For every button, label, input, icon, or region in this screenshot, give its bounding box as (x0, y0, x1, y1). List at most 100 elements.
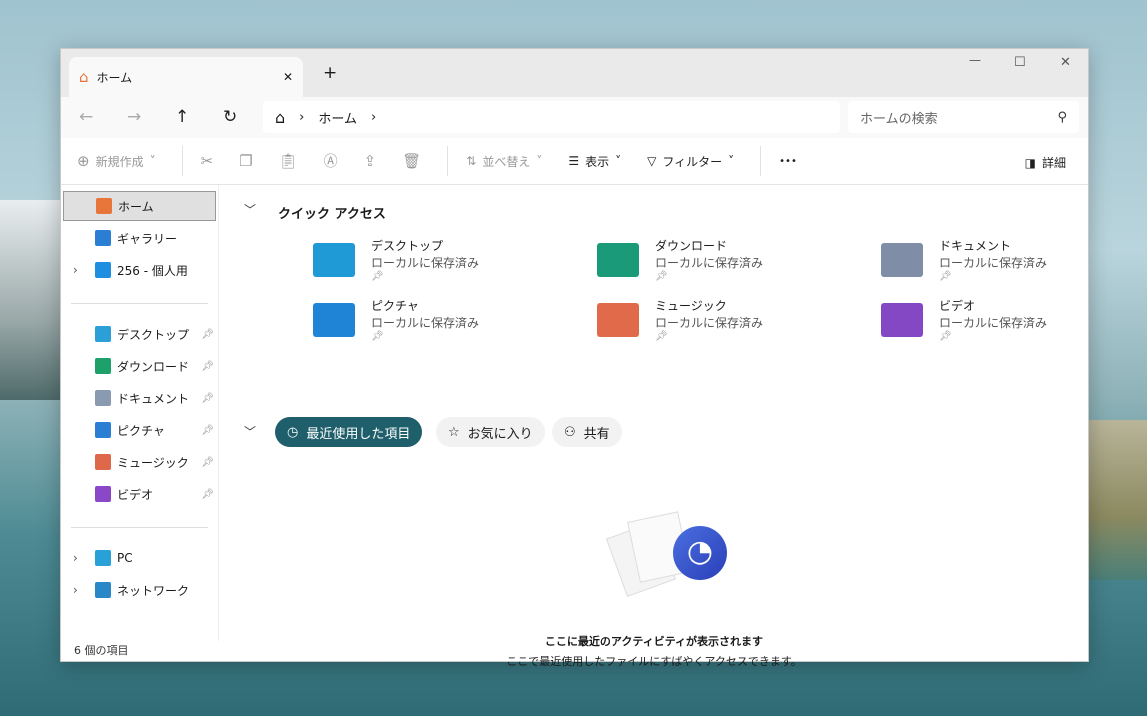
chevron-right-icon: › (73, 583, 78, 597)
rename-button[interactable]: Ⓐ (324, 151, 338, 171)
item-name: ドキュメント (939, 239, 1012, 253)
collapse-quick-access-icon[interactable]: ﹀ (244, 201, 256, 218)
breadcrumb-home[interactable]: ホーム (318, 108, 357, 127)
details-pane-icon: ◨ (1024, 155, 1036, 170)
maximize-button[interactable]: ☐ (1014, 55, 1026, 70)
sidebar-item[interactable]: › PC (63, 543, 216, 573)
sidebar-item[interactable]: › ネットワーク (63, 575, 216, 605)
desktop-wallpaper-right (1089, 420, 1147, 580)
item-status: ローカルに保存済み (371, 316, 480, 330)
sidebar-item[interactable]: ダウンロード 📌︎ (63, 351, 216, 381)
sidebar-item-label: ギャラリー (117, 231, 178, 246)
sidebar-item[interactable]: › 256 - 個人用 (63, 255, 216, 285)
sidebar-item[interactable]: ドキュメント 📌︎ (63, 383, 216, 413)
chevron-right-icon: › (299, 109, 305, 125)
sidebar-item-label: デスクトップ (117, 327, 190, 342)
copy-button[interactable]: ❐ (239, 152, 252, 170)
up-button[interactable]: ↑ (175, 107, 189, 127)
view-label: 表示 (585, 154, 610, 169)
chevron-right-icon: › (370, 109, 377, 125)
desktop-icon (95, 326, 111, 342)
home-icon (96, 198, 112, 214)
quick-access-heading: クイック アクセス (278, 207, 386, 222)
item-name: デスクトップ (371, 239, 444, 253)
clock-icon: ◷ (287, 424, 299, 440)
collapse-recent-icon[interactable]: ﹀ (244, 423, 256, 440)
tab-favorites-label: お気に入り (467, 426, 533, 442)
sidebar-item[interactable]: ミュージック 📌︎ (63, 447, 216, 477)
people-icon: ⚇ (564, 424, 576, 440)
tab-title: ホーム (96, 70, 133, 85)
sidebar-item-label: ミュージック (117, 455, 189, 470)
chevron-down-icon: ˅ (536, 154, 543, 168)
pin-icon: 📌︎ (655, 271, 668, 282)
sidebar-item-label: ダウンロード (117, 359, 190, 374)
cut-button[interactable]: ✂ (201, 152, 214, 170)
sidebar-item[interactable]: ビデオ 📌︎ (63, 479, 216, 509)
tab-home[interactable]: ⌂ ホーム ✕ (69, 57, 303, 97)
pin-icon: 📌︎ (371, 271, 384, 282)
item-status: ローカルに保存済み (371, 256, 480, 270)
minimize-button[interactable]: — (969, 53, 981, 67)
chevron-down-icon: ˅ (149, 154, 156, 168)
more-options-button[interactable]: ••• (779, 156, 797, 167)
delete-button[interactable]: 🗑︎ (402, 152, 421, 170)
quick-access-item[interactable]: デスクトップローカルに保存済み 📌︎ (313, 237, 479, 282)
view-icon: ☰ (568, 154, 580, 168)
sort-icon: ⇅ (466, 154, 477, 168)
star-icon: ☆ (448, 424, 460, 440)
command-bar: ⊕ 新規作成 ˅ ✂ ❐ 📋︎ Ⓐ ⇪ 🗑︎ ⇅ 並べ替え ˅ ☰ 表示 ˅ ▽ フィルター ˅… (61, 138, 1088, 185)
quick-access-item[interactable]: ビデオ ローカルに保存済み 📌︎ (881, 297, 1047, 342)
new-button[interactable]: ⊕ 新規作成 ˅ (77, 152, 156, 170)
quick-access-item[interactable]: ピクチャ ローカルに保存済み 📌︎ (313, 297, 479, 342)
filter-button[interactable]: ▽ フィルター ˅ (647, 153, 734, 170)
video-icon (95, 486, 111, 502)
sidebar-item-label: ビデオ (117, 487, 154, 502)
sort-button[interactable]: ⇅ 並べ替え ˅ (466, 153, 542, 170)
sidebar-item-label: ドキュメント (117, 391, 190, 406)
tab-recent-label: 最近使用した項目 (306, 426, 411, 442)
back-button[interactable]: ← (79, 107, 93, 127)
sidebar-item[interactable]: デスクトップ 📌︎ (63, 319, 216, 349)
tab-recent[interactable]: ◷ 最近使用した項目 (275, 417, 423, 447)
refresh-button[interactable]: ↻ (223, 107, 237, 127)
chevron-down-icon: ˅ (615, 154, 622, 168)
share-button[interactable]: ⇪ (364, 152, 377, 170)
sidebar-item[interactable]: ギャラリー (63, 223, 216, 253)
onedrive-icon (95, 262, 111, 278)
document-icon (95, 390, 111, 406)
search-icon: ⚲ (1057, 109, 1067, 125)
file-explorer-window: ⌂ ホーム ✕ + — ☐ ✕ ← → ↑ ↻ ⌂ › ホーム › ホームの検索… (60, 48, 1089, 668)
folder-icon (313, 243, 355, 277)
tab-shared[interactable]: ⚇ 共有 (552, 417, 622, 447)
tab-bar: ⌂ ホーム ✕ + — ☐ ✕ (61, 49, 1088, 97)
clock-icon: ◔ (673, 526, 727, 580)
details-button[interactable]: ◨ 詳細 (1025, 154, 1066, 171)
navigation-pane: ホーム ギャラリー › 256 - 個人用 デスクトップ 📌︎ ダウンロード 📌︎ ドキュメント… (61, 185, 219, 641)
sidebar-item[interactable]: ピクチャ 📌︎ (63, 415, 216, 445)
gallery-icon (95, 230, 111, 246)
forward-button[interactable]: → (127, 107, 141, 127)
item-status: ローカルに保存済み (939, 316, 1048, 330)
quick-access-item[interactable]: ダウンロード ローカルに保存済み 📌︎ (597, 237, 763, 282)
search-input[interactable]: ホームの検索 ⚲ (848, 101, 1079, 133)
paste-button[interactable]: 📋︎ (279, 152, 298, 170)
pin-icon: 📌︎ (201, 424, 214, 436)
new-tab-button[interactable]: + (323, 63, 337, 83)
item-status: ローカルに保存済み (939, 256, 1048, 270)
sidebar-item[interactable]: ホーム (63, 191, 216, 221)
sidebar-item-label: 256 - 個人用 (117, 263, 188, 278)
pictures-icon (95, 422, 111, 438)
recent-empty-illustration: ◔ (605, 510, 727, 598)
chevron-down-icon: ˅ (728, 154, 735, 168)
view-button[interactable]: ☰ 表示 ˅ (568, 153, 621, 170)
pc-icon (95, 550, 111, 566)
breadcrumb[interactable]: ⌂ › ホーム › (263, 101, 840, 133)
item-count: 6 個の項目 (74, 644, 129, 657)
close-window-button[interactable]: ✕ (1060, 55, 1071, 70)
quick-access-item[interactable]: ミュージック ローカルに保存済み 📌︎ (597, 297, 763, 342)
close-tab-icon[interactable]: ✕ (283, 70, 293, 84)
sidebar-item-label: ネットワーク (117, 583, 190, 598)
tab-favorites[interactable]: ☆ お気に入り (436, 417, 545, 447)
quick-access-item[interactable]: ドキュメント ローカルに保存済み 📌︎ (881, 237, 1047, 282)
